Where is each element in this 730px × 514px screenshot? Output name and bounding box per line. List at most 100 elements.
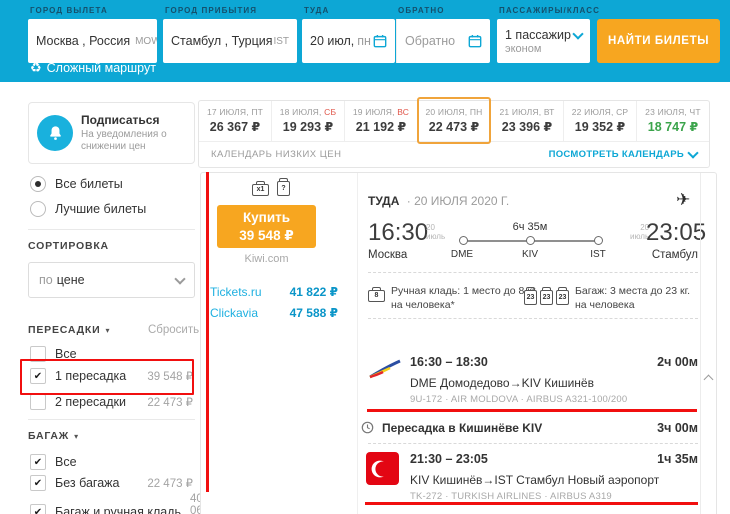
route-node bbox=[594, 236, 603, 245]
flight-search-page: ГОРОД ВЫЛЕТА ГОРОД ПРИБЫТИЯ ТУДА ОБРАТНО… bbox=[0, 0, 730, 514]
subscribe-card[interactable]: Подписаться На уведомления о снижении це… bbox=[28, 102, 195, 164]
date-price: 19 293 ₽ bbox=[272, 119, 344, 134]
reset-filters-link[interactable]: Сбросить bbox=[148, 324, 199, 336]
partner-link[interactable]: Clickavia bbox=[210, 306, 258, 320]
partner-offer: Tickets.ru 41 822 ₽ bbox=[210, 285, 338, 299]
departure-city: Москва bbox=[368, 249, 407, 261]
checkbox-baggage-all[interactable]: ✔ Все bbox=[30, 454, 193, 470]
arrival-city-input[interactable]: Стамбул , Турция IST bbox=[163, 19, 297, 63]
baggage-section-title[interactable]: БАГАЖ ▾ bbox=[28, 430, 79, 442]
sort-select[interactable]: по цене bbox=[28, 262, 195, 298]
date-cell[interactable]: 17 ИЮЛЯ, ПТ 26 367 ₽ bbox=[199, 101, 272, 141]
date-cell-selected[interactable]: 20 ИЮЛЯ, ПН 22 473 ₽ bbox=[418, 101, 491, 141]
turkish-airlines-logo bbox=[366, 452, 399, 490]
transfers-title-text: ПЕРЕСАДКИ bbox=[28, 324, 101, 336]
chevron-down-icon bbox=[687, 147, 698, 158]
radio-label: Все билеты bbox=[55, 177, 123, 191]
checked-baggage-info: 23 23 23 Багаж: 3 места до 23 кг.на чело… bbox=[524, 284, 690, 312]
layover-duration: 3ч 00м bbox=[630, 421, 698, 435]
segment-route: DME Домодедово→KIV Кишинёв bbox=[410, 376, 594, 390]
fare-baggage-icons: x1 ? bbox=[252, 181, 290, 196]
calendar-icon bbox=[468, 34, 482, 48]
date-price-strip: 17 ИЮЛЯ, ПТ 26 367 ₽ 18 ИЮЛЯ, СБ 19 293 … bbox=[198, 100, 710, 168]
segment-duration: 2ч 00м bbox=[630, 355, 698, 369]
date-cell[interactable]: 23 ИЮЛЯ, ЧТ 18 747 ₽ bbox=[637, 101, 709, 141]
segment-route: KIV Кишинёв→IST Стамбул Новый аэропорт bbox=[410, 473, 659, 487]
buy-price: 39 548 ₽ bbox=[239, 228, 293, 243]
date-text: 22 ИЮЛЯ, bbox=[572, 107, 614, 117]
divider bbox=[368, 272, 698, 273]
stop-code: DME bbox=[442, 249, 482, 260]
calendar-icon bbox=[373, 34, 387, 48]
triangle-down-icon: ▾ bbox=[74, 432, 79, 441]
date-price: 21 192 ₽ bbox=[345, 119, 417, 134]
checkbox-icon-checked: ✔ bbox=[30, 475, 46, 491]
departure-city-code: MOW bbox=[135, 36, 157, 47]
departure-city-value: Москва , Россия bbox=[36, 34, 130, 48]
arrival-city: Стамбул bbox=[630, 249, 698, 261]
date-text: 17 ИЮЛЯ, bbox=[207, 107, 249, 117]
date-text: 23 ИЮЛЯ, bbox=[645, 107, 687, 117]
depart-date-weekday: пн bbox=[357, 34, 371, 48]
day-text: ПН bbox=[470, 107, 483, 117]
sort-prefix: по bbox=[39, 273, 53, 287]
departure-city-input[interactable]: Москва , Россия MOW ⇄ bbox=[28, 19, 157, 63]
date-cell[interactable]: 19 ИЮЛЯ, ВС 21 192 ₽ bbox=[345, 101, 418, 141]
depart-date-input[interactable]: 20 июл, пн bbox=[302, 19, 395, 63]
view-calendar-link[interactable]: ПОСМОТРЕТЬ КАЛЕНДАРЬ bbox=[549, 149, 697, 160]
return-date-placeholder: Обратно bbox=[405, 34, 455, 48]
outbound-date: · 20 ИЮЛЯ 2020 Г. bbox=[407, 194, 510, 208]
checkbox-icon bbox=[30, 394, 46, 410]
checkbox-icon-checked: ✔ bbox=[30, 504, 46, 514]
route-node bbox=[459, 236, 468, 245]
divider bbox=[368, 443, 698, 444]
date-price: 26 367 ₽ bbox=[199, 119, 271, 134]
subscribe-title: Подписаться bbox=[81, 113, 186, 127]
collapse-details-strip[interactable] bbox=[700, 173, 717, 514]
day-text: ВС bbox=[397, 107, 409, 117]
search-tickets-button[interactable]: НАЙТИ БИЛЕТЫ bbox=[597, 19, 720, 63]
segment-meta: TK-272 · TURKISH AIRLINES · AIRBUS A319 bbox=[410, 491, 612, 502]
divider bbox=[28, 419, 195, 420]
transfers-section-title[interactable]: ПЕРЕСАДКИ ▾ bbox=[28, 324, 110, 336]
low-price-calendar-label: КАЛЕНДАРЬ НИЗКИХ ЦЕН bbox=[211, 149, 341, 160]
divider bbox=[368, 318, 698, 319]
partner-price: 41 822 ₽ bbox=[290, 285, 338, 299]
checkbox-baggage-and-hand[interactable]: ✔ Багаж и ручная кладь 40 065 ₽ bbox=[30, 493, 193, 514]
buy-button[interactable]: Купить 39 548 ₽ bbox=[217, 205, 316, 248]
buy-label: Купить bbox=[243, 210, 290, 225]
return-date-input[interactable]: Обратно bbox=[396, 19, 490, 63]
radio-all-tickets[interactable]: Все билеты bbox=[30, 176, 123, 192]
checkbox-no-baggage[interactable]: ✔ Без багажа 22 473 ₽ bbox=[30, 475, 193, 491]
air-moldova-logo bbox=[368, 358, 402, 380]
sort-section-title: СОРТИРОВКА bbox=[28, 240, 109, 252]
triangle-down-icon: ▾ bbox=[106, 326, 111, 335]
divider bbox=[357, 173, 358, 514]
arrival-label: ГОРОД ПРИБЫТИЯ bbox=[165, 6, 257, 15]
provider-name: Kiwi.com bbox=[200, 253, 333, 265]
depart-date-value: 20 июл, bbox=[310, 34, 354, 48]
baggage-title-text: БАГАЖ bbox=[28, 430, 69, 442]
complex-route-link[interactable]: ♻ Сложный маршрут bbox=[30, 60, 156, 76]
day-text: ЧТ bbox=[690, 107, 701, 117]
total-duration: 6ч 35м bbox=[500, 221, 560, 233]
radio-best-tickets[interactable]: Лучшие билеты bbox=[30, 201, 146, 217]
day-text: ВТ bbox=[544, 107, 555, 117]
divider bbox=[28, 229, 195, 230]
hand-baggage-icon: x1 bbox=[252, 184, 269, 196]
date-cell[interactable]: 18 ИЮЛЯ, СБ 19 293 ₽ bbox=[272, 101, 345, 141]
checkbox-two-transfers[interactable]: 2 пересадки 22 473 ₽ bbox=[30, 394, 193, 410]
checked-baggage-icon: ? bbox=[277, 181, 290, 196]
segment-times: 21:30 – 23:05 bbox=[410, 452, 488, 466]
day-text: СР bbox=[616, 107, 628, 117]
date-cell[interactable]: 22 ИЮЛЯ, СР 19 352 ₽ bbox=[564, 101, 637, 141]
checked-baggage-icon: 23 bbox=[556, 290, 569, 305]
passengers-select[interactable]: 1 пассажир эконом bbox=[497, 19, 590, 63]
filter-price: 22 473 ₽ bbox=[147, 476, 193, 490]
partner-link[interactable]: Tickets.ru bbox=[210, 285, 262, 299]
departure-date-small: 20июль bbox=[426, 223, 445, 241]
day-text: ПТ bbox=[251, 107, 263, 117]
annotation-highlight-one-transfer bbox=[20, 359, 194, 395]
checked-baggage-icon: 23 bbox=[540, 290, 553, 305]
date-cell[interactable]: 21 ИЮЛЯ, ВТ 23 396 ₽ bbox=[491, 101, 564, 141]
